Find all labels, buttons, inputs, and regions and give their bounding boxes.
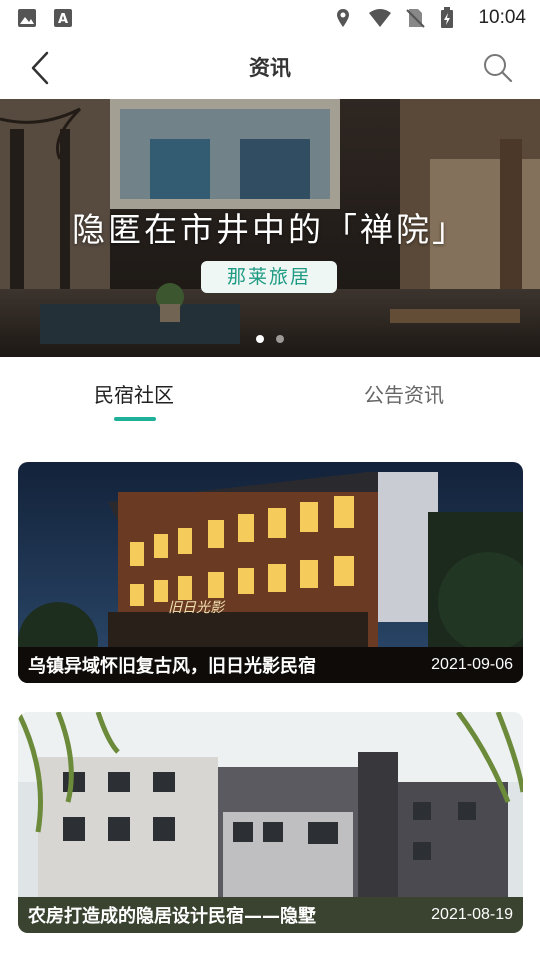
article-caption: 乌镇异域怀旧复古风，旧日光影民宿 2021-09-06 [18, 647, 523, 683]
image-icon [16, 7, 38, 29]
tab-announcements[interactable]: 公告资讯 [364, 379, 444, 408]
article-title: 乌镇异域怀旧复古风，旧日光影民宿 [28, 656, 316, 677]
article-date: 2021-09-06 [431, 656, 513, 673]
wifi-icon [368, 7, 392, 29]
status-time: 10:04 [478, 7, 526, 28]
article-title: 农房打造成的隐居设计民宿——隐墅 [28, 906, 316, 927]
article-card[interactable]: 旧日光影 乌镇异域怀旧复古风，旧日光影民宿 2021-09-06 [18, 462, 523, 683]
article-date: 2021-08-19 [431, 906, 513, 923]
search-button[interactable] [478, 48, 518, 88]
back-button[interactable] [20, 48, 60, 88]
title-bar: 资讯 [0, 36, 540, 98]
banner-carousel[interactable]: 隐匿在市井中的「禅院」 那莱旅居 [0, 99, 540, 357]
carousel-dot-1[interactable] [256, 335, 264, 343]
page-title: 资讯 [249, 56, 291, 80]
tab-homestay-community[interactable]: 民宿社区 [94, 379, 174, 408]
banner-tag: 那莱旅居 [201, 261, 337, 293]
article-caption: 农房打造成的隐居设计民宿——隐墅 2021-08-19 [18, 897, 523, 933]
carousel-dot-2[interactable] [276, 335, 284, 343]
svg-text:旧日光影: 旧日光影 [168, 600, 226, 616]
no-sim-icon [404, 7, 426, 29]
banner-headline: 隐匿在市井中的「禅院」 [72, 210, 468, 249]
status-bar-left: A [16, 7, 74, 29]
status-bar: A 10:04 [0, 0, 540, 36]
a-badge-icon: A [52, 7, 74, 29]
search-icon [484, 54, 513, 83]
battery-icon [440, 7, 462, 29]
svg-text:A: A [58, 12, 68, 27]
article-card[interactable]: 农房打造成的隐居设计民宿——隐墅 2021-08-19 [18, 712, 523, 933]
status-bar-right: 10:04 [332, 7, 526, 29]
tab-active-indicator [114, 417, 156, 421]
location-icon [332, 7, 354, 29]
tab-bar: 民宿社区 公告资讯 [0, 357, 540, 427]
carousel-indicator [0, 335, 540, 343]
back-chevron-icon [31, 51, 49, 85]
